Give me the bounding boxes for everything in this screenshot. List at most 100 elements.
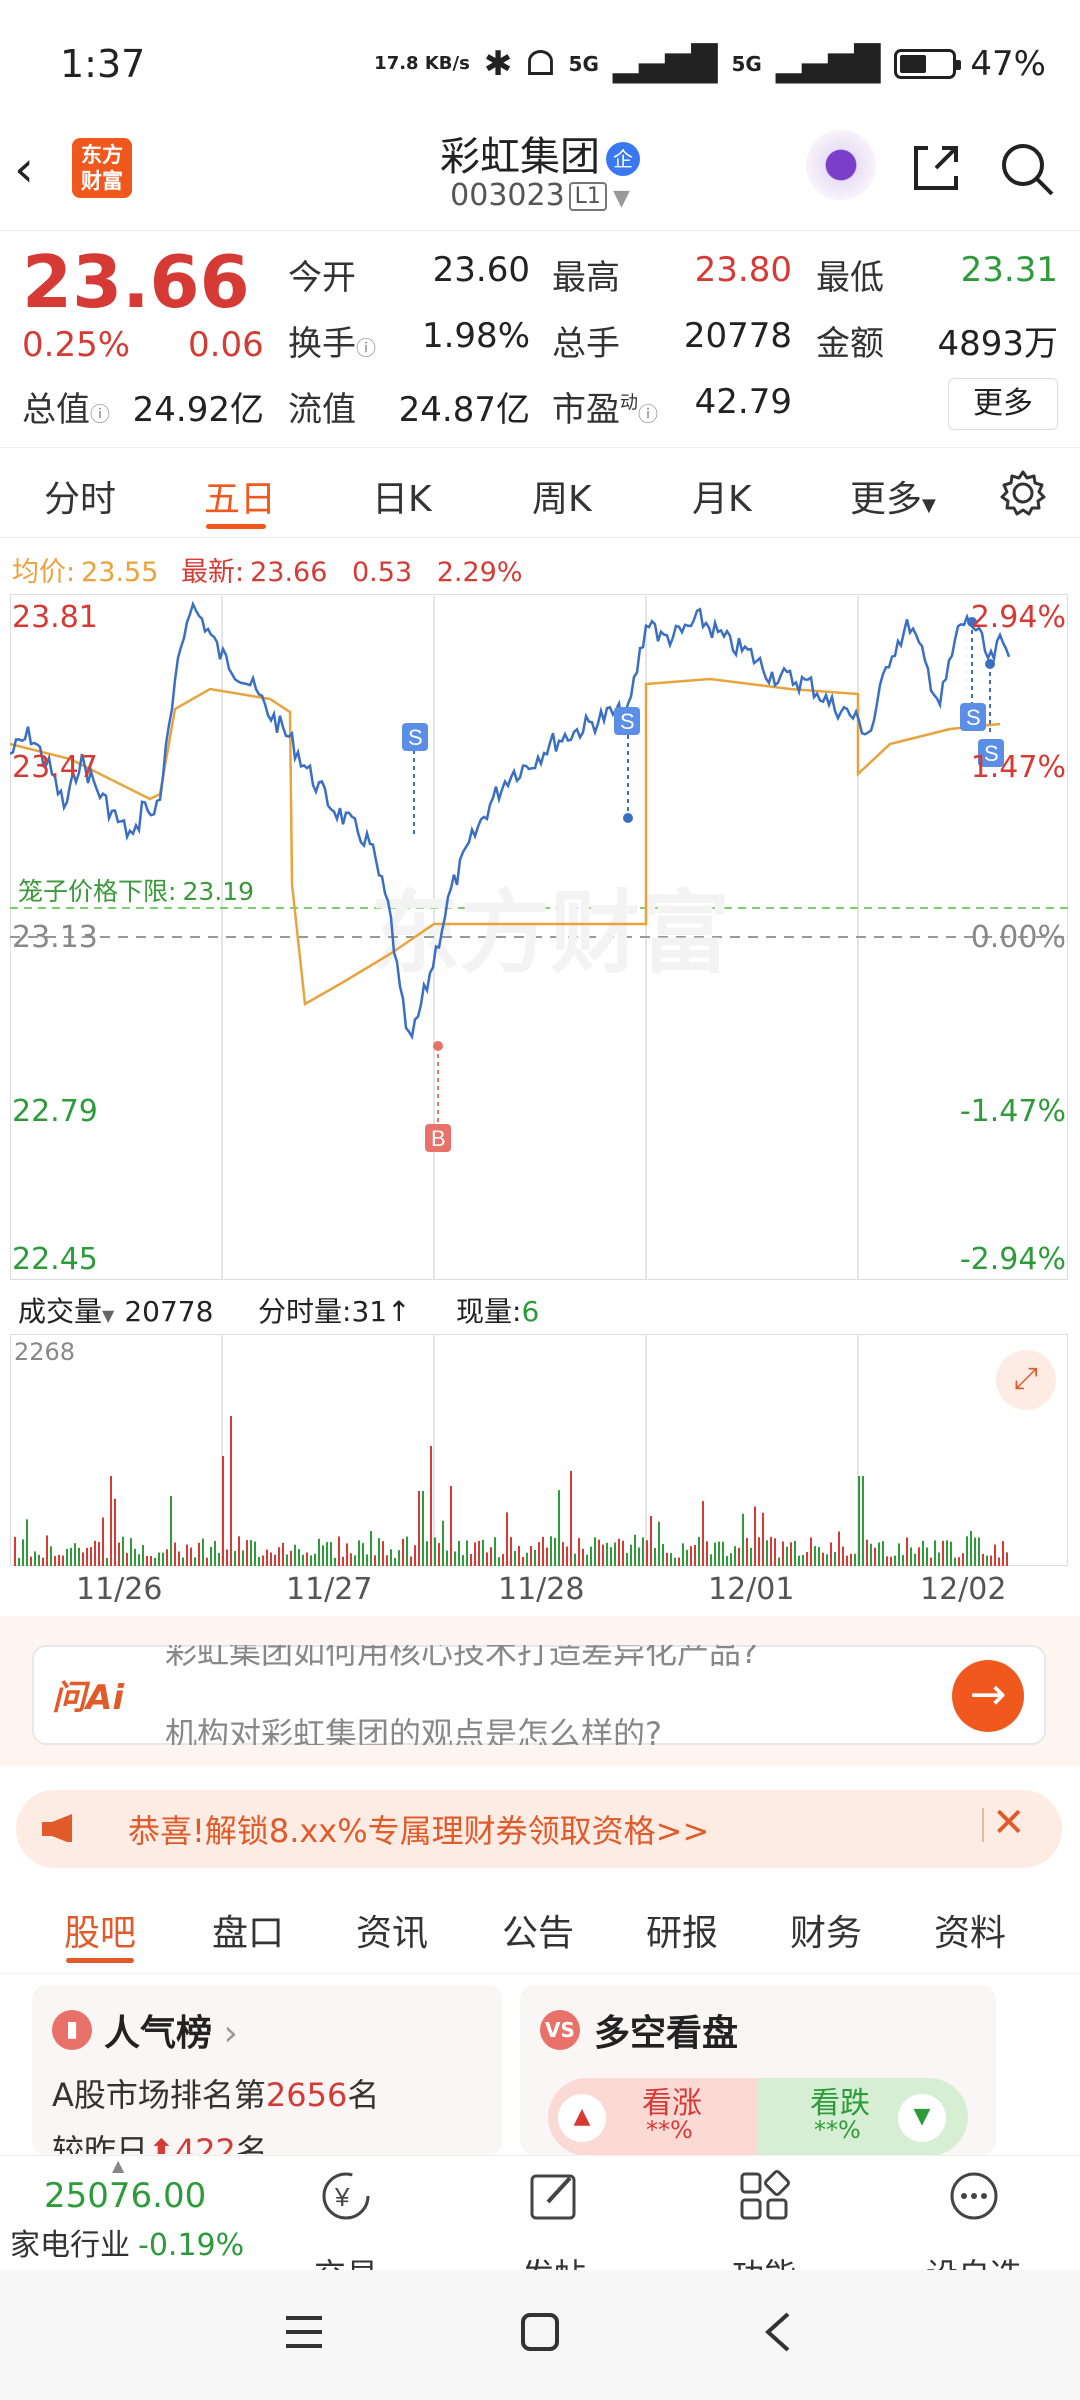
date-label-1: 11/26 <box>76 1572 163 1607</box>
tab-five-day[interactable]: 五日 <box>204 470 276 522</box>
level-tag: L1 <box>568 182 607 211</box>
tab-more[interactable]: 更多▼ <box>850 470 936 522</box>
volume-bar <box>834 1552 836 1566</box>
volume-bar <box>170 1496 172 1566</box>
volume-bar <box>302 1554 304 1566</box>
trade-icon[interactable]: ¥ <box>276 2168 416 2228</box>
more-dots-icon[interactable] <box>904 2168 1044 2228</box>
volume-bar <box>494 1537 496 1566</box>
five-day-price-chart[interactable]: 东方财富 S S S S B <box>10 594 1068 1280</box>
tab-announcement[interactable]: 公告 <box>502 1904 574 1956</box>
triangle-down-icon: ▼ <box>898 2094 946 2142</box>
caret-down-icon: ▼ <box>922 495 936 516</box>
axis-left-top: 23.81 <box>12 600 98 635</box>
volume-bar <box>934 1540 936 1566</box>
info-icon: ⓘ <box>638 402 658 426</box>
tab-news[interactable]: 资讯 <box>356 1904 428 1956</box>
volume-bar <box>586 1554 588 1566</box>
ai-suggestion-1[interactable]: 彩虹集团如何用核心技术打造差异化产品? <box>165 1645 758 1673</box>
close-icon[interactable]: ✕ <box>992 1800 1026 1846</box>
cage-label-text: 笼子价格下限: <box>18 877 177 906</box>
rank-change-suffix: 名 <box>235 2132 268 2154</box>
volume-bar <box>490 1547 492 1566</box>
share-icon[interactable] <box>908 140 964 196</box>
tab-more-label: 更多 <box>850 479 923 520</box>
cage-value: 23.19 <box>182 877 255 906</box>
pe-label[interactable]: 市盈动ⓘ <box>552 382 658 431</box>
rank-prefix: A股市场排名第 <box>52 2076 266 2114</box>
volume-bar <box>658 1521 660 1566</box>
settings-gear-icon[interactable] <box>998 468 1048 518</box>
volume-bar <box>614 1542 616 1566</box>
volume-bar <box>898 1543 900 1566</box>
status-icons: 17.8 KB/s ✱ ᗝ 5G ▂▄▆█ 5G ▂▄▆█ 47% <box>374 44 1046 84</box>
vs-icon: VS <box>540 2010 580 2050</box>
volume-bar <box>726 1555 728 1566</box>
open-value: 23.60 <box>432 250 530 290</box>
robot-avatar-icon[interactable] <box>806 130 876 200</box>
tab-daily-k[interactable]: 日K <box>372 470 432 522</box>
volume-bar <box>582 1548 584 1566</box>
tab-weekly-k[interactable]: 周K <box>532 470 592 522</box>
volume-bar <box>718 1541 720 1566</box>
function-grid-icon[interactable] <box>694 2168 834 2228</box>
popularity-title-text: 人气榜 <box>104 2013 213 2054</box>
volume-bar <box>822 1552 824 1566</box>
expand-icon[interactable]: ⤢ <box>996 1350 1056 1410</box>
info-icon: ⓘ <box>90 402 110 426</box>
volume-bar <box>762 1512 764 1566</box>
tab-intraday[interactable]: 分时 <box>44 470 116 522</box>
latest-label: 最新: <box>181 557 245 588</box>
volume-bar <box>710 1554 712 1566</box>
volume-selector[interactable]: 成交量▼ 20778 <box>18 1290 213 1330</box>
back-nav-icon[interactable] <box>758 2308 798 2356</box>
status-bar: 1:37 17.8 KB/s ✱ ᗝ 5G ▂▄▆█ 5G ▂▄▆█ 47% <box>0 0 1080 120</box>
float-cap-value: 24.87亿 <box>398 390 530 430</box>
last-price: 23.66 <box>22 240 250 324</box>
menu-icon[interactable] <box>282 2312 326 2352</box>
tab-research[interactable]: 研报 <box>646 1904 718 1956</box>
volume-bar <box>286 1554 288 1566</box>
ai-submit-arrow-icon[interactable]: → <box>952 1660 1024 1732</box>
ai-suggestion-2[interactable]: 机构对彩虹集团的观点是怎么样的? <box>165 1709 662 1745</box>
volume-bar <box>802 1555 804 1566</box>
volume-bar <box>94 1540 96 1566</box>
volume-bar <box>398 1550 400 1566</box>
search-icon[interactable] <box>998 140 1056 198</box>
volume-bar <box>922 1540 924 1566</box>
volume-bar <box>366 1554 368 1566</box>
volume-bar <box>906 1537 908 1566</box>
promo-text[interactable]: 恭喜!解锁8.xx%专属理财券领取资格>> <box>128 1806 709 1852</box>
volume-bar <box>842 1546 844 1566</box>
signal-5g-2: 5G <box>731 52 762 76</box>
tab-pankou[interactable]: 盘口 <box>212 1904 284 1956</box>
more-quote-button[interactable]: 更多 <box>948 378 1058 430</box>
market-cap-label[interactable]: 总值ⓘ <box>22 382 110 431</box>
volume-bar <box>846 1555 848 1566</box>
volume-bar <box>754 1506 756 1566</box>
volume-bar <box>954 1557 956 1566</box>
xian-value: 6 <box>521 1295 540 1328</box>
axis-left-mid: 23.13 <box>12 920 98 955</box>
industry-index[interactable]: ▲ 25076.00 家电行业 -0.19% <box>0 2156 250 2270</box>
volume-bar <box>418 1491 420 1566</box>
volume-bar <box>438 1543 440 1566</box>
volume-bar <box>454 1551 456 1566</box>
turnover-label[interactable]: 换手ⓘ <box>288 316 376 365</box>
volume-bar <box>78 1547 80 1566</box>
tab-guba[interactable]: 股吧 <box>64 1904 136 1956</box>
volume-chart[interactable] <box>10 1334 1068 1566</box>
volume-bar <box>714 1542 716 1566</box>
volume-bar <box>810 1537 812 1566</box>
post-edit-icon[interactable] <box>484 2168 624 2228</box>
volume-bar <box>674 1557 676 1566</box>
volume-bar <box>406 1536 408 1566</box>
volume-bar <box>162 1552 164 1566</box>
volume-bar <box>250 1540 252 1566</box>
volume-bar <box>630 1544 632 1566</box>
tab-finance[interactable]: 财务 <box>790 1904 862 1956</box>
tab-monthly-k[interactable]: 月K <box>692 470 752 522</box>
home-icon[interactable] <box>518 2310 562 2354</box>
tab-profile[interactable]: 资料 <box>934 1904 1006 1956</box>
buy-marker: B <box>431 1126 446 1151</box>
